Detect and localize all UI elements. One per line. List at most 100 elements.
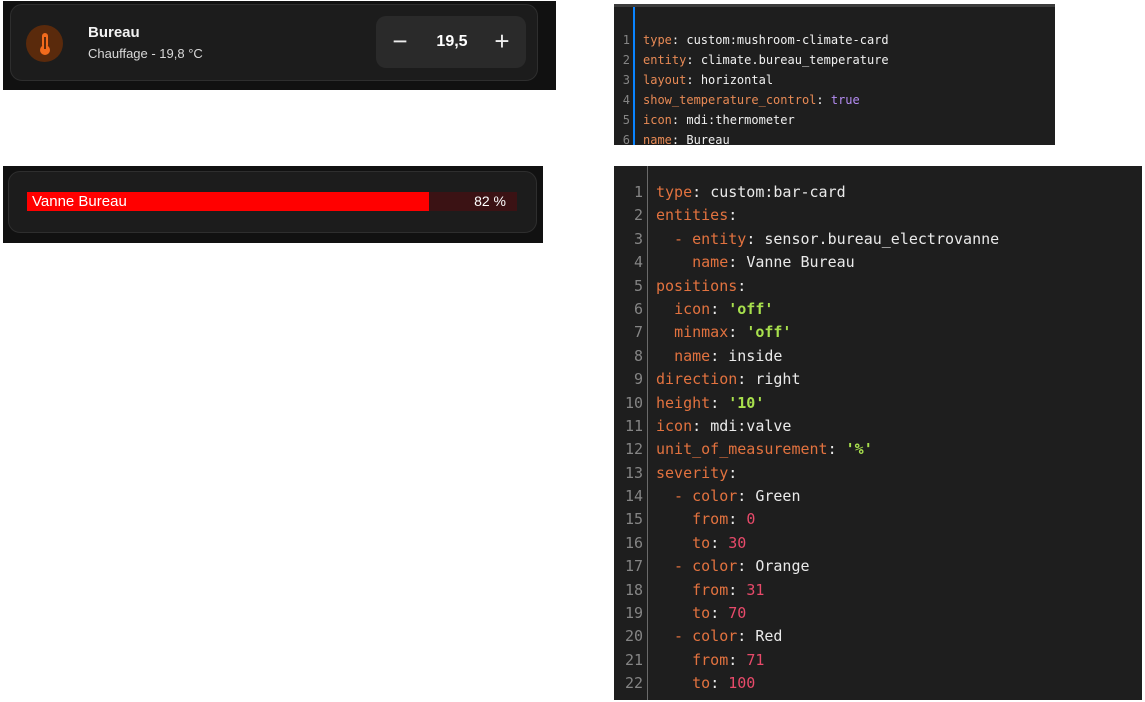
code-token: 0: [746, 510, 756, 529]
code-token: :: [671, 113, 687, 127]
bar-track: Vanne Bureau 82 %: [27, 192, 517, 211]
code-line[interactable]: severity:: [656, 462, 999, 485]
code-token: color: [692, 557, 738, 576]
line-number: 22: [624, 674, 643, 693]
code-token: -: [656, 487, 693, 506]
code-line[interactable]: from: 0: [656, 508, 999, 531]
code-line[interactable]: - color: Green: [656, 485, 999, 508]
code-line[interactable]: - entity: sensor.bureau_electrovanne: [656, 228, 999, 251]
line-number: 18: [624, 580, 643, 599]
code-line[interactable]: layout: horizontal: [643, 70, 889, 90]
code-token: unit_of_measurement: [656, 440, 828, 459]
code-line[interactable]: entity: climate.bureau_temperature: [643, 50, 889, 70]
gutter-separator: [633, 7, 635, 145]
bar-card[interactable]: Vanne Bureau 82 %: [8, 171, 537, 233]
code-token: from: [692, 510, 729, 529]
code-line[interactable]: - color: Red: [656, 625, 999, 648]
code-token: Green: [755, 487, 801, 506]
code-token: :: [671, 33, 687, 47]
code-token: height: [656, 393, 711, 412]
code-token: :: [686, 73, 701, 87]
code-token: icon: [656, 416, 693, 435]
code-line[interactable]: icon: 'off': [656, 298, 999, 321]
code-token: :: [692, 416, 711, 435]
code-token: layout: [643, 73, 687, 87]
code-token: :: [827, 440, 846, 459]
code-token: to: [692, 674, 711, 693]
line-number: 5: [622, 113, 630, 127]
code-line[interactable]: direction: right: [656, 368, 999, 391]
code-line[interactable]: name: Vanne Bureau: [656, 251, 999, 274]
increase-temperature-button[interactable]: +: [487, 26, 517, 56]
line-number: 17: [624, 557, 643, 576]
code-line[interactable]: positions:: [656, 275, 999, 298]
code-token: minmax: [674, 323, 729, 342]
code-line[interactable]: type: custom:bar-card: [656, 181, 999, 204]
line-number: 21: [624, 650, 643, 669]
code-lines[interactable]: type: custom:bar-card entities: - entity:…: [656, 181, 999, 696]
line-number: 1: [622, 33, 630, 47]
code-token: :: [692, 183, 711, 201]
code-token: custom:bar-card: [710, 183, 846, 201]
code-token: type: [643, 33, 672, 47]
line-number: 13: [624, 463, 643, 482]
yaml-editor-bar-card[interactable]: 1 2 3 4 5 6 7 8 9 10 11 12 13 14 15 16 17 18 19 20 21 22 type…: [614, 166, 1142, 700]
code-line[interactable]: icon: mdi:thermometer: [643, 110, 889, 130]
code-line[interactable]: unit_of_measurement: '%': [656, 438, 999, 461]
code-token: :: [728, 510, 747, 529]
code-token: :: [671, 133, 687, 147]
line-number: 14: [624, 487, 643, 506]
code-token: name: [692, 253, 729, 272]
code-line[interactable]: name: inside: [656, 345, 999, 368]
code-lines[interactable]: type: custom:mushroom-climate-card entity…: [643, 30, 889, 150]
code-line[interactable]: show_temperature_control: true: [643, 90, 889, 110]
code-token: :: [816, 93, 831, 107]
code-line[interactable]: from: 31: [656, 579, 999, 602]
code-token: 'off': [746, 323, 792, 342]
code-token: from: [692, 580, 729, 599]
code-token: :: [728, 580, 747, 599]
code-line[interactable]: type: custom:mushroom-climate-card: [643, 30, 889, 50]
code-token: Red: [755, 627, 783, 646]
code-line[interactable]: to: 30: [656, 532, 999, 555]
code-token: mdi:valve: [710, 416, 792, 435]
code-line[interactable]: height: '10': [656, 392, 999, 415]
code-token: :: [710, 533, 729, 552]
code-token: icon: [643, 113, 672, 127]
code-line[interactable]: to: 70: [656, 602, 999, 625]
line-number: 12: [624, 440, 643, 459]
code-token: :: [728, 650, 747, 669]
code-line[interactable]: minmax: 'off': [656, 321, 999, 344]
code-line[interactable]: name: Bureau: [643, 130, 889, 150]
code-token: custom:mushroom-climate-card: [686, 33, 889, 47]
code-token: :: [710, 604, 729, 623]
bar-name: Vanne Bureau: [32, 193, 127, 210]
target-temperature: 19,5: [436, 33, 468, 50]
code-token: name: [643, 133, 672, 147]
code-token: to: [692, 533, 711, 552]
line-number: 20: [624, 627, 643, 646]
code-token: show_temperature_control: [643, 93, 817, 107]
code-token: -: [656, 229, 693, 248]
code-line[interactable]: from: 71: [656, 649, 999, 672]
code-line[interactable]: - color: Orange: [656, 555, 999, 578]
line-number: 15: [624, 510, 643, 529]
line-number: 6: [622, 133, 630, 147]
mushroom-climate-card[interactable]: Bureau Chauffage - 19,8 °C − 19,5 +: [10, 4, 538, 81]
line-number: 2: [622, 53, 630, 67]
code-token: :: [728, 253, 747, 272]
code-token: :: [728, 463, 738, 482]
code-line[interactable]: entities:: [656, 204, 999, 227]
yaml-editor-mushroom[interactable]: 1 2 3 4 5 6 type: custom:mushroom-climate-car…: [614, 4, 1055, 147]
code-token: :: [710, 674, 729, 693]
line-number: 8: [633, 346, 643, 365]
code-line[interactable]: to: 100: [656, 672, 999, 695]
line-number: 1: [633, 183, 643, 201]
decrease-temperature-button[interactable]: −: [385, 26, 415, 56]
code-line[interactable]: icon: mdi:valve: [656, 415, 999, 438]
line-number: 6: [633, 299, 643, 318]
